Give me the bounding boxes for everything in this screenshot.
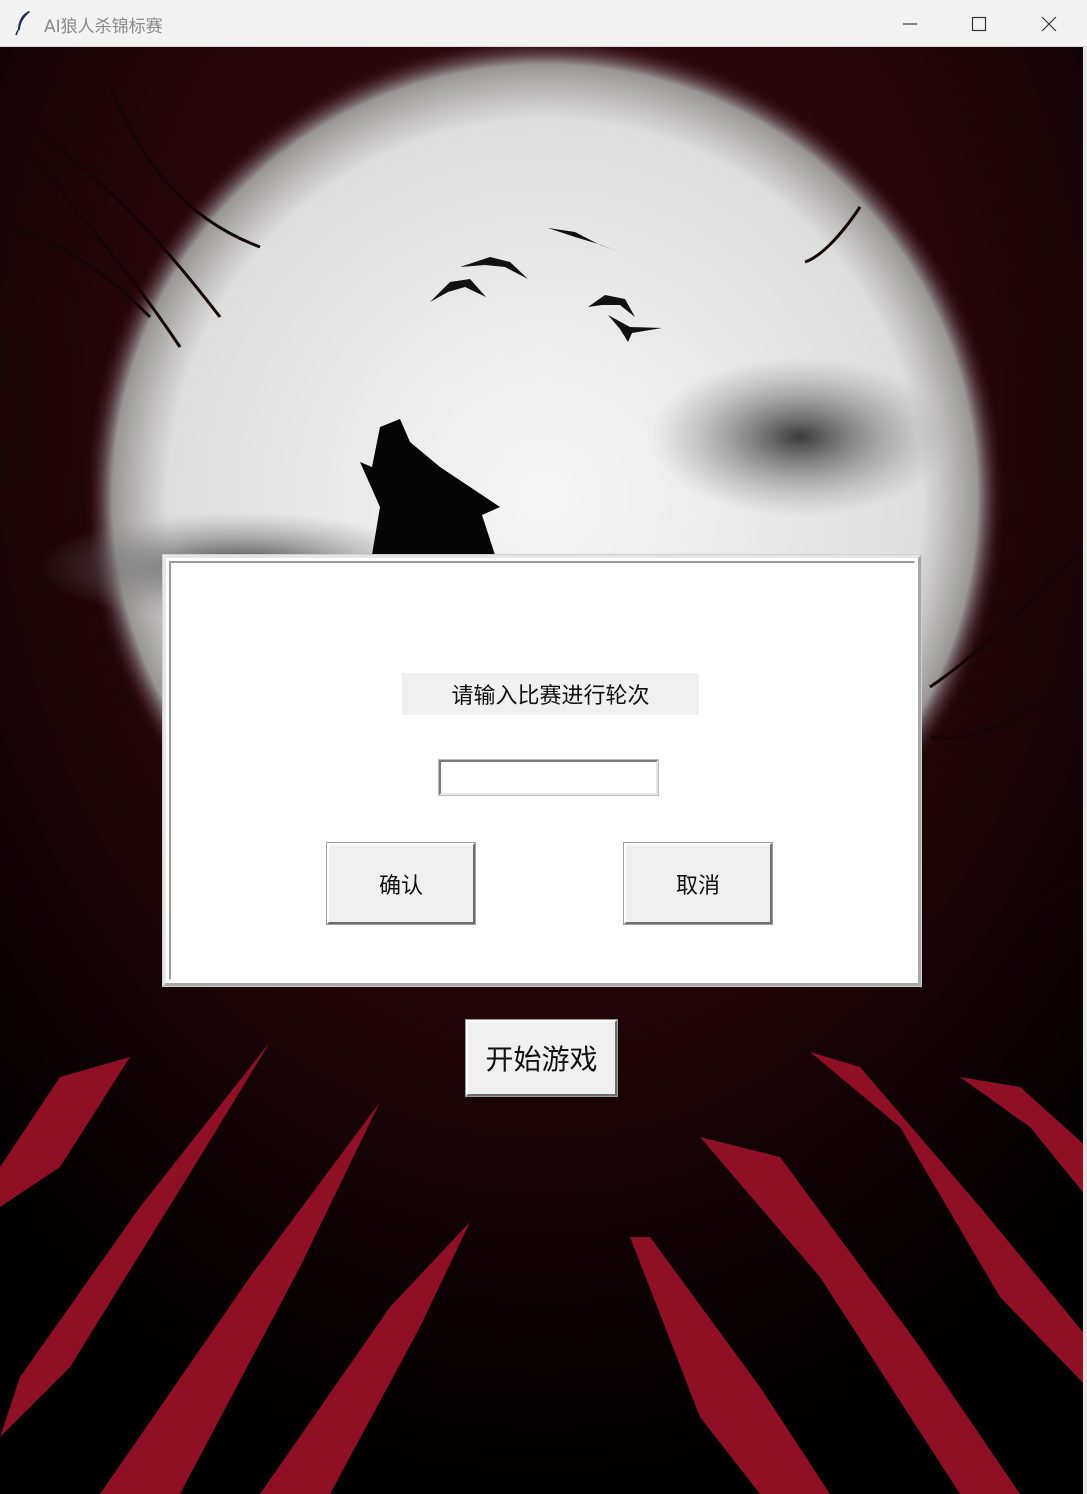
minimize-button[interactable] <box>875 0 945 47</box>
round-input-dialog: 请输入比赛进行轮次 确认 取消 <box>162 554 922 987</box>
maximize-icon <box>971 16 987 32</box>
cancel-button[interactable]: 取消 <box>623 842 773 925</box>
close-icon <box>1041 16 1057 32</box>
round-prompt-label: 请输入比赛进行轮次 <box>402 673 699 715</box>
feather-icon <box>14 10 32 36</box>
confirm-button[interactable]: 确认 <box>326 842 476 925</box>
window-titlebar[interactable]: AI狼人杀锦标赛 <box>0 0 1087 47</box>
start-game-button[interactable]: 开始游戏 <box>465 1019 618 1097</box>
window-edge <box>1083 47 1087 1494</box>
minimize-icon <box>903 23 917 25</box>
close-button[interactable] <box>1014 0 1084 47</box>
round-count-input[interactable] <box>438 759 659 796</box>
dialog-frame: 请输入比赛进行轮次 确认 取消 <box>169 561 915 980</box>
maximize-button[interactable] <box>944 0 1014 47</box>
window-title: AI狼人杀锦标赛 <box>44 17 163 37</box>
